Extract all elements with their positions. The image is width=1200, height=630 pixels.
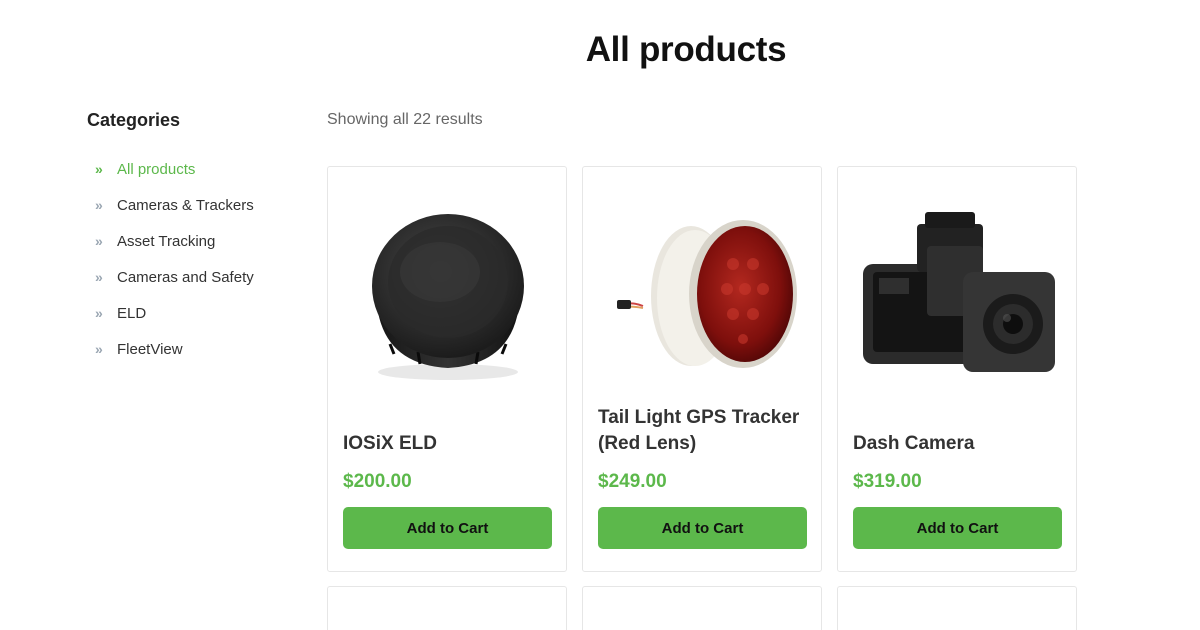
product-price: $200.00 (343, 471, 412, 492)
category-label: All products (117, 160, 196, 178)
chevron-right-icon: » (95, 341, 103, 357)
chevron-right-icon: » (95, 197, 103, 213)
product-title[interactable]: Tail Light GPS Tracker (Red Lens) (598, 405, 809, 457)
category-item-cameras-trackers[interactable]: » Cameras & Trackers (87, 187, 307, 223)
add-to-cart-button[interactable]: Add to Cart (343, 507, 552, 549)
category-label: Cameras & Trackers (117, 196, 254, 214)
eld-device-image[interactable] (340, 181, 556, 407)
categories-sidebar: Categories » All products » Cameras & Tr… (87, 110, 307, 367)
product-price: $249.00 (598, 471, 667, 492)
dash-camera-image[interactable] (850, 181, 1066, 407)
product-card (327, 586, 567, 630)
category-item-asset-tracking[interactable]: » Asset Tracking (87, 223, 307, 259)
category-item-fleetview[interactable]: » FleetView (87, 331, 307, 367)
product-price: $319.00 (853, 471, 922, 492)
product-card (837, 586, 1077, 630)
product-title[interactable]: Dash Camera (853, 431, 974, 457)
product-card (582, 586, 822, 630)
category-label: Cameras and Safety (117, 268, 254, 286)
chevron-right-icon: » (95, 233, 103, 249)
product-title[interactable]: IOSiX ELD (343, 431, 437, 457)
chevron-right-icon: » (95, 305, 103, 321)
categories-heading: Categories (87, 110, 181, 130)
product-card: Dash Camera $319.00 Add to Cart (837, 166, 1077, 572)
product-card: IOSiX ELD $200.00 Add to Cart (327, 166, 567, 572)
category-item-cameras-safety[interactable]: » Cameras and Safety (87, 259, 307, 295)
chevron-right-icon: » (95, 161, 103, 177)
category-list: » All products » Cameras & Trackers » As… (87, 151, 307, 367)
chevron-right-icon: » (95, 269, 103, 285)
page-title: All products (585, 30, 787, 69)
category-item-all-products[interactable]: » All products (87, 151, 307, 187)
category-label: FleetView (117, 340, 183, 358)
tail-light-image[interactable] (595, 181, 811, 407)
category-label: ELD (117, 304, 147, 322)
category-label: Asset Tracking (117, 232, 216, 250)
category-item-eld[interactable]: » ELD (87, 295, 307, 331)
product-card: Tail Light GPS Tracker (Red Lens) $249.0… (582, 166, 822, 572)
add-to-cart-button[interactable]: Add to Cart (853, 507, 1062, 549)
results-count: Showing all 22 results (327, 111, 483, 128)
add-to-cart-button[interactable]: Add to Cart (598, 507, 807, 549)
